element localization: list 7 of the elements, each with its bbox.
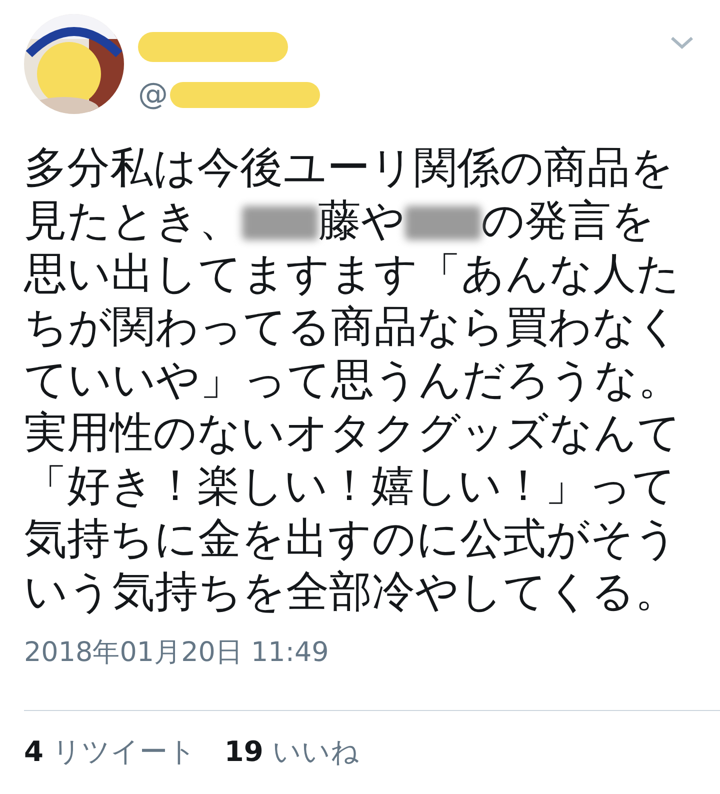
- tweet-text: 多分私は今後ユーリ関係の商品を見たとき、 藤や の発言を思い出してますます「あんな人たちが関わってる商品なら買わなくていいや」って思うんだろうな。実用性のないオタクグッズなんて「好き！楽しい！嬉しい！」って気持ちに金を出すのに公式がそういう気持ちを全部冷やしてくる。: [22, 142, 682, 619]
- user-handle: @: [138, 80, 168, 110]
- engagement-stat[interactable]: 19 いいね: [224, 730, 360, 772]
- tweet-timestamp: 2018年01月20日 11:49: [23, 636, 330, 670]
- dropdown-button[interactable]: [670, 36, 694, 50]
- engagement-stat[interactable]: 4 リツイート: [24, 730, 196, 772]
- chevron-down-icon: [670, 36, 694, 50]
